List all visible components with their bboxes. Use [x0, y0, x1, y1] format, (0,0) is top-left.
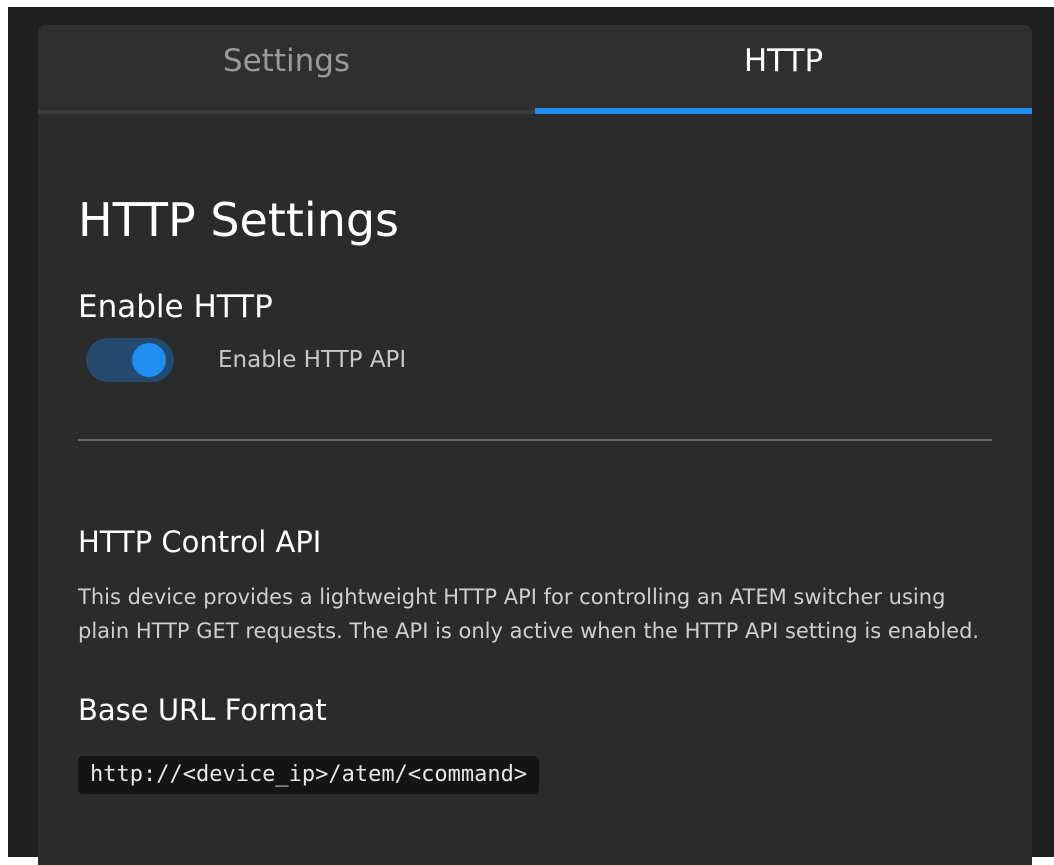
enable-http-label: Enable HTTP	[78, 289, 273, 325]
base-url-code: http://<device_ip>/atem/<command>	[78, 756, 540, 794]
tab-http[interactable]: HTTP	[535, 25, 1032, 114]
enable-http-api-label: Enable HTTP API	[218, 347, 407, 373]
enable-http-toggle[interactable]	[86, 338, 174, 382]
base-url-format-heading: Base URL Format	[78, 693, 327, 727]
tab-settings[interactable]: Settings	[38, 25, 535, 110]
section-divider	[78, 439, 992, 441]
page-title: HTTP Settings	[78, 193, 400, 247]
app-frame: Settings HTTP HTTP Settings Enable HTTP …	[8, 7, 1054, 865]
enable-http-row: Enable HTTP API	[78, 338, 992, 382]
http-control-api-description: This device provides a lightweight HTTP …	[78, 585, 980, 643]
http-control-api-heading: HTTP Control API	[78, 525, 322, 559]
toggle-knob	[132, 343, 166, 377]
settings-panel: Settings HTTP HTTP Settings Enable HTTP …	[38, 25, 1032, 865]
tab-bar: Settings HTTP	[38, 25, 1032, 114]
http-settings-content: HTTP Settings Enable HTTP Enable HTTP AP…	[38, 192, 1032, 794]
